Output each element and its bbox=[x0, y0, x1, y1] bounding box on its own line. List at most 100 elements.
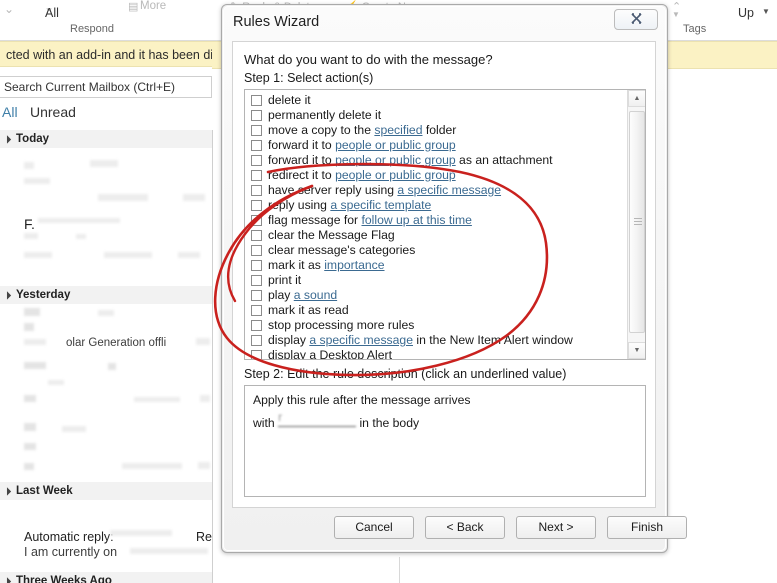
action-checkbox[interactable] bbox=[251, 305, 262, 316]
cancel-button[interactable]: Cancel bbox=[334, 516, 414, 539]
list-item[interactable] bbox=[24, 362, 46, 369]
list-item[interactable] bbox=[24, 339, 46, 345]
list-item[interactable] bbox=[110, 530, 172, 536]
action-checkbox[interactable] bbox=[251, 350, 262, 359]
mail-group-yesterday[interactable]: Yesterday bbox=[0, 286, 212, 304]
list-item[interactable] bbox=[24, 443, 36, 450]
action-link-value[interactable]: specified bbox=[374, 123, 422, 137]
more-icon[interactable]: ▤ bbox=[128, 0, 138, 13]
rule-description-line2[interactable]: with r in the body bbox=[253, 409, 637, 432]
rule-description-redacted-value[interactable]: r bbox=[278, 409, 357, 427]
list-item[interactable] bbox=[90, 160, 118, 167]
scrollbar-thumb[interactable] bbox=[629, 111, 645, 333]
ribbon-all-button[interactable]: All bbox=[45, 6, 59, 20]
action-row[interactable]: delete it bbox=[245, 93, 626, 108]
list-item[interactable] bbox=[24, 233, 38, 239]
finish-button[interactable]: Finish bbox=[607, 516, 687, 539]
list-item[interactable] bbox=[24, 423, 36, 431]
filter-all-tab[interactable]: All bbox=[2, 104, 18, 120]
list-item[interactable] bbox=[76, 234, 86, 239]
list-item[interactable] bbox=[24, 178, 50, 184]
action-checkbox[interactable] bbox=[251, 155, 262, 166]
action-link-value[interactable]: follow up at this time bbox=[361, 213, 471, 227]
action-link-value[interactable]: people or public group bbox=[335, 153, 456, 167]
list-item[interactable] bbox=[104, 252, 152, 258]
action-checkbox[interactable] bbox=[251, 200, 262, 211]
action-row[interactable]: display a specific message in the New It… bbox=[245, 333, 626, 348]
action-link-value[interactable]: a sound bbox=[294, 288, 337, 302]
action-row[interactable]: stop processing more rules bbox=[245, 318, 626, 333]
list-item[interactable] bbox=[24, 162, 34, 169]
list-item[interactable] bbox=[98, 310, 114, 316]
action-row[interactable]: forward it to people or public group as … bbox=[245, 153, 626, 168]
list-item[interactable] bbox=[130, 548, 208, 554]
list-item[interactable] bbox=[48, 380, 64, 385]
action-link-value[interactable]: a specific template bbox=[330, 198, 431, 212]
filter-unread-tab[interactable]: Unread bbox=[30, 104, 76, 120]
list-item[interactable] bbox=[198, 462, 210, 469]
action-checkbox[interactable] bbox=[251, 290, 262, 301]
list-item[interactable] bbox=[24, 463, 34, 470]
chevron-down-icon-2[interactable]: ▼ bbox=[672, 10, 680, 19]
action-checkbox[interactable] bbox=[251, 245, 262, 256]
action-row[interactable]: print it bbox=[245, 273, 626, 288]
action-checkbox[interactable] bbox=[251, 125, 262, 136]
action-checkbox[interactable] bbox=[251, 215, 262, 226]
addin-warning-bar[interactable]: cted with an add-in and it has been dis bbox=[0, 41, 212, 67]
chevron-down-icon[interactable]: ▼ bbox=[762, 7, 770, 16]
action-checkbox[interactable] bbox=[251, 95, 262, 106]
action-row[interactable]: clear the Message Flag bbox=[245, 228, 626, 243]
action-row[interactable]: mark it as read bbox=[245, 303, 626, 318]
list-item-subject[interactable]: olar Generation offli bbox=[66, 337, 166, 349]
list-item[interactable] bbox=[24, 395, 36, 402]
action-link-value[interactable]: a specific message bbox=[309, 333, 413, 347]
list-item[interactable] bbox=[108, 363, 116, 370]
action-row[interactable]: permanently delete it bbox=[245, 108, 626, 123]
scroll-up-icon[interactable]: ▲ bbox=[628, 90, 645, 107]
list-item-ref[interactable]: Ref bbox=[196, 530, 212, 544]
list-item[interactable] bbox=[134, 397, 180, 402]
list-item-preview[interactable]: I am currently on bbox=[24, 545, 117, 559]
action-link-value[interactable]: people or public group bbox=[335, 138, 456, 152]
action-row[interactable]: reply using a specific template bbox=[245, 198, 626, 213]
action-link-value[interactable]: importance bbox=[324, 258, 384, 272]
action-row[interactable]: clear message's categories bbox=[245, 243, 626, 258]
search-input[interactable]: Search Current Mailbox (Ctrl+E) bbox=[0, 76, 212, 98]
action-checkbox[interactable] bbox=[251, 275, 262, 286]
list-item[interactable] bbox=[178, 252, 200, 258]
back-button[interactable]: < Back bbox=[425, 516, 505, 539]
mail-group-last-week[interactable]: Last Week bbox=[0, 482, 212, 500]
action-row[interactable]: move a copy to the specified folder bbox=[245, 123, 626, 138]
action-checkbox[interactable] bbox=[251, 230, 262, 241]
action-row[interactable]: mark it as importance bbox=[245, 258, 626, 273]
action-link-value[interactable]: people or public group bbox=[335, 168, 456, 182]
list-item[interactable] bbox=[200, 395, 210, 402]
action-row[interactable]: play a sound bbox=[245, 288, 626, 303]
list-item[interactable] bbox=[24, 323, 34, 331]
action-checkbox[interactable] bbox=[251, 185, 262, 196]
list-item[interactable] bbox=[196, 338, 210, 345]
ribbon-more-button[interactable]: More bbox=[140, 0, 166, 12]
action-link-value[interactable]: a specific message bbox=[397, 183, 501, 197]
action-row[interactable]: forward it to people or public group bbox=[245, 138, 626, 153]
ribbon-up-button[interactable]: Up bbox=[738, 6, 754, 20]
close-icon[interactable] bbox=[614, 9, 658, 30]
list-item-subject[interactable]: Automatic reply: bbox=[24, 530, 114, 544]
action-row[interactable]: redirect it to people or public group bbox=[245, 168, 626, 183]
action-checkbox[interactable] bbox=[251, 140, 262, 151]
list-item[interactable] bbox=[122, 463, 182, 469]
action-row[interactable]: flag message for follow up at this time bbox=[245, 213, 626, 228]
rule-description-box[interactable]: Apply this rule after the message arrive… bbox=[244, 385, 646, 497]
action-checkbox[interactable] bbox=[251, 260, 262, 271]
action-checkbox[interactable] bbox=[251, 335, 262, 346]
list-item[interactable] bbox=[183, 194, 205, 201]
mail-list[interactable]: Today Yesterday Last Week Three Weeks Ag… bbox=[0, 130, 213, 583]
action-row[interactable]: display a Desktop Alert bbox=[245, 348, 626, 359]
mail-group-three-weeks-ago[interactable]: Three Weeks Ago bbox=[0, 572, 212, 583]
scroll-down-icon[interactable]: ▼ bbox=[628, 342, 645, 359]
mail-group-today[interactable]: Today bbox=[0, 130, 212, 148]
list-item[interactable] bbox=[98, 194, 148, 201]
list-item-subject[interactable]: F. bbox=[24, 216, 35, 232]
next-button[interactable]: Next > bbox=[516, 516, 596, 539]
action-checkbox[interactable] bbox=[251, 110, 262, 121]
